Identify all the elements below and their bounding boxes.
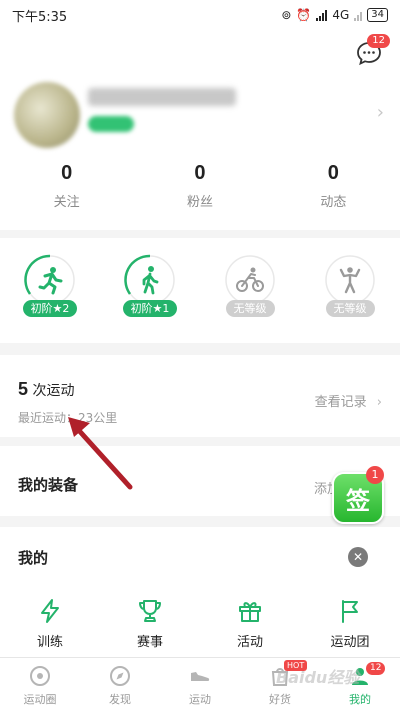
flag-icon (342, 600, 358, 623)
running-icon (38, 267, 63, 295)
tab-label: 发现 (109, 693, 131, 706)
status-bar: 下午5:35 ⊚ ⏰ 4G 34 (0, 0, 400, 30)
tab-label: 运动圈 (23, 693, 57, 706)
message-button[interactable]: 12 (356, 34, 390, 66)
stat-followers[interactable]: 0 粉丝 (133, 162, 266, 210)
sign-in-badge: 1 (366, 466, 384, 484)
stat-following[interactable]: 0 关注 (0, 162, 133, 210)
recent-exercise-summary: 最近运动：23公里 (18, 411, 118, 425)
tab-badge: 12 (366, 662, 386, 675)
fitness-icon (339, 267, 361, 294)
exercise-count-value: 5 (18, 379, 29, 399)
level-ring (124, 254, 176, 306)
cycling-icon (236, 267, 264, 292)
level-ring (224, 254, 276, 306)
status-time: 下午5:35 (12, 9, 68, 25)
stat-label: 关注 (53, 195, 80, 210)
close-icon[interactable]: ✕ (348, 547, 368, 567)
stat-value: 0 (327, 162, 339, 184)
profile-header: 12 › 0 关注 0 粉丝 0 动态 (0, 30, 400, 230)
chevron-right-icon[interactable]: › (377, 102, 384, 123)
view-records-link[interactable]: 查看记录 › (315, 391, 382, 410)
gift-icon (239, 602, 261, 622)
message-badge: 12 (367, 34, 390, 48)
walking-icon (142, 266, 159, 295)
blurred-username[interactable] (88, 88, 236, 106)
sign-in-label: 签 (346, 486, 370, 515)
status-icons: ⊚ ⏰ 4G 34 (281, 8, 388, 22)
stat-value: 0 (194, 162, 206, 184)
my-shortcuts: 训练 赛事 活动 运动团 (0, 597, 400, 650)
tab-label: 好货 (269, 693, 291, 706)
lightning-icon (41, 599, 59, 623)
exercise-count-suffix: 次运动 (32, 383, 75, 399)
shortcut-sport-group[interactable]: 运动团 (300, 597, 400, 650)
level-running[interactable]: 初阶★2 (0, 238, 100, 343)
level-cycling[interactable]: 无等级 (200, 238, 300, 343)
tab-label: 我的 (349, 693, 371, 706)
stat-label: 动态 (320, 195, 347, 210)
my-section: 我的 ✕ 训练 赛事 活动 运动团 (0, 527, 400, 657)
tab-discover[interactable]: 发现 (80, 658, 160, 711)
chevron-right-icon: › (376, 395, 382, 410)
tab-exercise[interactable]: 运动 (160, 658, 240, 711)
view-records-label: 查看记录 (314, 395, 367, 410)
profile-stats: 0 关注 0 粉丝 0 动态 (0, 162, 400, 210)
stat-posts[interactable]: 0 动态 (267, 162, 400, 210)
compass-icon (110, 666, 130, 686)
watermark: Baidu经验 (276, 668, 360, 687)
level-badge: 初阶★2 (22, 300, 78, 317)
tab-sport-circle[interactable]: 运动圈 (0, 658, 80, 711)
shortcut-events[interactable]: 赛事 (100, 597, 200, 650)
shortcut-label: 赛事 (136, 635, 163, 650)
shortcut-training[interactable]: 训练 (0, 597, 100, 650)
level-badge: 无等级 (225, 300, 275, 317)
level-walking[interactable]: 初阶★1 (100, 238, 200, 343)
level-badge: 初阶★1 (122, 300, 178, 317)
trophy-icon (139, 600, 161, 622)
shortcut-activities[interactable]: 活动 (200, 597, 300, 650)
level-badge: 无等级 (325, 300, 375, 317)
battery-icon: 34 (367, 8, 388, 22)
stat-label: 粉丝 (186, 195, 213, 210)
shoe-icon (191, 672, 210, 681)
shortcut-label: 训练 (36, 635, 63, 650)
my-section-title: 我的 (18, 549, 49, 567)
shortcut-label: 运动团 (330, 635, 370, 650)
sport-levels: 初阶★2 初阶★1 无等级 无等级 (0, 238, 400, 343)
tab-label: 运动 (189, 693, 211, 706)
avatar[interactable] (14, 82, 80, 148)
network-type: 4G (332, 8, 350, 22)
level-fitness[interactable]: 无等级 (300, 238, 400, 343)
shortcut-label: 活动 (236, 635, 263, 650)
level-ring (324, 254, 376, 306)
exercise-records[interactable]: 5 次运动 最近运动：23公里 查看记录 › (0, 355, 400, 437)
signal-icon-2 (354, 10, 363, 21)
alarm-icon: ⏰ (296, 8, 312, 22)
exercise-count: 5 次运动 (18, 379, 74, 400)
circle-target-icon (30, 666, 50, 686)
level-ring (24, 254, 76, 306)
blurred-user-tag (88, 116, 134, 132)
equipment-title: 我的装备 (18, 476, 79, 494)
hotspot-icon: ⊚ (281, 8, 292, 22)
stat-value: 0 (61, 162, 73, 184)
signal-icon (316, 9, 328, 21)
